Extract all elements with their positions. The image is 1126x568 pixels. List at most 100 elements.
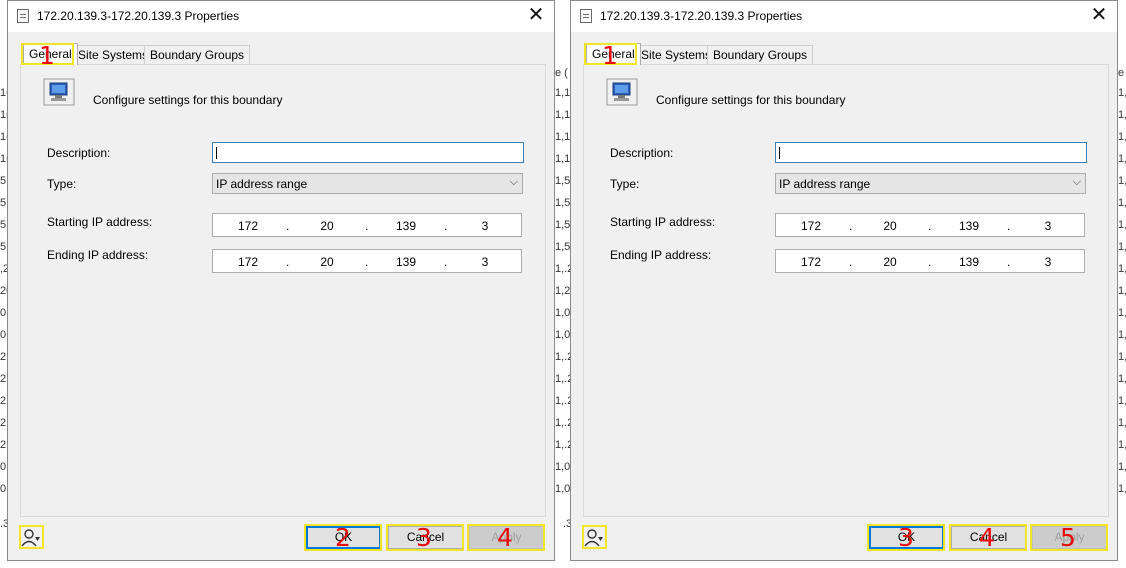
background-list-cell: 1, [1118, 351, 1126, 363]
starting-ip-field[interactable]: 172 . 20 . 139 . 3 [775, 213, 1085, 237]
background-list-cell: 1, [1118, 329, 1126, 341]
apply-button-label: Apply [491, 530, 522, 544]
text-caret [779, 147, 780, 159]
help-person-icon [21, 529, 40, 547]
ok-button[interactable]: OK [306, 526, 381, 549]
background-list-cell: 1,16 [555, 87, 571, 99]
background-list-cell: 1,.2 [555, 373, 571, 385]
cancel-button[interactable]: Cancel [388, 526, 463, 549]
ip-octet[interactable]: 172 [791, 255, 831, 269]
background-list-cell: 1, [1118, 131, 1126, 143]
properties-dialog: 172.20.139.3-172.20.139.3 Properties ✕ G… [570, 0, 1118, 561]
tab-site-systems-label: Site Systems [641, 48, 712, 62]
background-list-cell: 1, [1118, 439, 1126, 451]
panel-header-text: Configure settings for this boundary [656, 93, 846, 107]
background-list-cell: 1,0. [555, 461, 571, 473]
type-selected-value: IP address range [779, 177, 871, 191]
background-col-header: e ( [1118, 67, 1126, 79]
background-list-cell: 1,5. [555, 219, 571, 231]
apply-button[interactable]: Apply [469, 526, 544, 549]
ip-octet[interactable]: 172 [228, 219, 268, 233]
general-tab-panel: Configure settings for this boundary Des… [20, 64, 546, 517]
background-list-cell: 1, [1118, 373, 1126, 385]
background-list-cell: 1,5. [555, 175, 571, 187]
background-list-cell: 1, [1118, 219, 1126, 231]
background-list-cell: 1, [1118, 241, 1126, 253]
background-list-cell: 1, [1118, 307, 1126, 319]
background-list-cell: 1,0. [555, 329, 571, 341]
tab-boundary-groups-label: Boundary Groups [150, 48, 245, 62]
tab-boundary-groups[interactable]: Boundary Groups [144, 45, 251, 64]
chevron-down-icon: ⌵ [509, 176, 518, 188]
type-dropdown[interactable]: IP address range ⌵ [775, 173, 1086, 194]
description-input[interactable] [775, 142, 1087, 163]
ip-separator: . [444, 255, 448, 269]
close-button[interactable]: ✕ [524, 5, 548, 27]
chevron-down-icon: ⌵ [1072, 176, 1081, 188]
ip-octet[interactable]: 20 [307, 219, 347, 233]
title-bar[interactable]: 172.20.139.3-172.20.139.3 Properties ✕ [8, 1, 554, 32]
background-list-cell: 1,16 [555, 153, 571, 165]
help-person-icon [584, 529, 603, 547]
tab-site-systems[interactable]: Site Systems [72, 45, 155, 64]
cancel-button-label: Cancel [406, 530, 445, 544]
description-input[interactable] [212, 142, 524, 163]
background-list-cell: 1,.2 [555, 351, 571, 363]
tab-boundary-groups[interactable]: Boundary Groups [707, 45, 814, 64]
ip-octet[interactable]: 20 [870, 219, 910, 233]
background-list-cell: 1,20 [555, 285, 571, 297]
help-button[interactable] [19, 526, 43, 549]
apply-button[interactable]: Apply [1032, 526, 1107, 549]
properties-dialog: 172.20.139.3-172.20.139.3 Properties ✕ G… [7, 0, 555, 561]
type-dropdown[interactable]: IP address range ⌵ [212, 173, 523, 194]
background-list-cell: 1, [1118, 153, 1126, 165]
ending-ip-field[interactable]: 172 . 20 . 139 . 3 [212, 249, 522, 273]
background-list-cell: 1,5. [555, 241, 571, 253]
background-col-header: e ( [555, 67, 568, 79]
background-list-cell: 1, [1118, 285, 1126, 297]
starting-ip-field[interactable]: 172 . 20 . 139 . 3 [212, 213, 522, 237]
ip-separator: . [849, 255, 853, 269]
ip-octet[interactable]: 172 [791, 219, 831, 233]
ip-octet[interactable]: 3 [465, 219, 505, 233]
ip-octet[interactable]: 20 [870, 255, 910, 269]
help-button[interactable] [582, 526, 606, 549]
apply-button-label: Apply [1054, 530, 1085, 544]
tab-site-systems[interactable]: Site Systems [635, 45, 718, 64]
close-button[interactable]: ✕ [1087, 5, 1111, 27]
ip-octet[interactable]: 3 [1028, 219, 1068, 233]
ip-octet[interactable]: 139 [386, 255, 426, 269]
background-list-cell: 1, [1118, 417, 1126, 429]
tab-general[interactable]: General [586, 43, 641, 65]
ip-octet[interactable]: 172 [228, 255, 268, 269]
background-list-cell: 1, [1118, 483, 1126, 495]
ip-octet[interactable]: 139 [949, 219, 989, 233]
ip-octet[interactable]: 139 [949, 255, 989, 269]
tab-general[interactable]: General [23, 43, 78, 65]
description-label: Description: [610, 146, 674, 160]
title-bar[interactable]: 172.20.139.3-172.20.139.3 Properties ✕ [571, 1, 1117, 32]
ok-button[interactable]: OK [869, 526, 944, 549]
boundary-computer-icon [43, 78, 75, 106]
background-list-cell: 1, [1118, 263, 1126, 275]
ip-separator: . [365, 219, 369, 233]
ip-separator: . [849, 219, 853, 233]
ip-separator: . [444, 219, 448, 233]
boundary-computer-icon [606, 78, 638, 106]
background-list-cell: 1,16 [555, 131, 571, 143]
type-selected-value: IP address range [216, 177, 308, 191]
window-icon [17, 9, 29, 23]
ip-separator: . [1007, 219, 1011, 233]
panel-header-text: Configure settings for this boundary [93, 93, 283, 107]
background-list-cell: 1, [1118, 197, 1126, 209]
tab-general-label: General [592, 47, 635, 61]
ip-octet[interactable]: 139 [386, 219, 426, 233]
ip-octet[interactable]: 3 [1028, 255, 1068, 269]
background-list-cell: 1, [1118, 175, 1126, 187]
ip-octet[interactable]: 3 [465, 255, 505, 269]
background-list-cell: 1, [1118, 87, 1126, 99]
ending-ip-field[interactable]: 172 . 20 . 139 . 3 [775, 249, 1085, 273]
type-label: Type: [610, 177, 640, 191]
cancel-button[interactable]: Cancel [951, 526, 1026, 549]
ip-octet[interactable]: 20 [307, 255, 347, 269]
